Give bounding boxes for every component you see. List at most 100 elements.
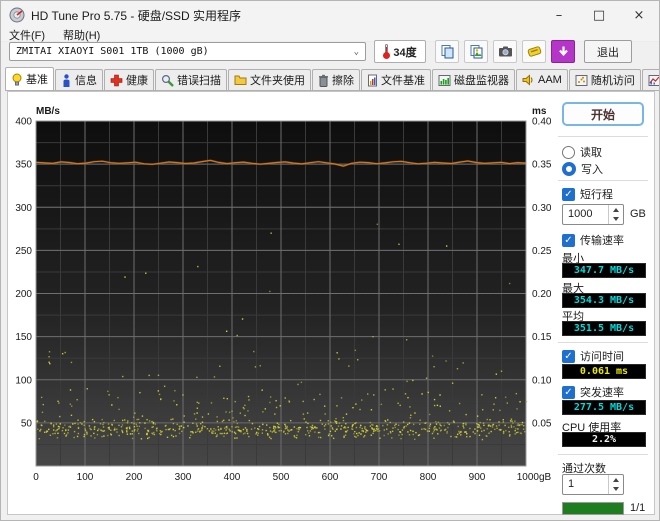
close-button[interactable]: × [619, 1, 659, 29]
avg-value: 351.5 MB/s [562, 321, 646, 336]
burst-rate-label: 突发速率 [580, 387, 624, 399]
svg-text:600: 600 [322, 472, 339, 483]
tab-label: 文件夹使用 [250, 75, 305, 87]
svg-text:0.35: 0.35 [532, 160, 552, 171]
monitor-chart-icon [438, 74, 451, 86]
pass-count-value: 1 [568, 478, 575, 490]
svg-text:0: 0 [33, 472, 39, 483]
tab-error-scan[interactable]: 错误扫描 [155, 69, 227, 90]
svg-text:0.30: 0.30 [532, 203, 552, 214]
exit-button[interactable]: 退出 [584, 40, 632, 63]
copy-screenshot-button[interactable] [464, 40, 488, 63]
tab-label: 错误扫描 [177, 75, 221, 87]
access-time-row[interactable]: ✓ 访问时间 [562, 348, 624, 364]
tab-file-benchmark[interactable]: 文件基准 [361, 69, 431, 90]
chevron-down-icon: ⌄ [353, 46, 359, 57]
max-value: 354.3 MB/s [562, 293, 646, 308]
save-results-button[interactable] [522, 40, 546, 63]
menu-help[interactable]: 帮助(H) [63, 27, 100, 43]
svg-text:250: 250 [15, 246, 32, 257]
svg-text:350: 350 [15, 160, 32, 171]
svg-text:400: 400 [15, 117, 32, 128]
toolbar: ZMITAI XIAOYI S001 1TB (1000 gB) ⌄ 34度 退… [1, 40, 659, 66]
transfer-rate-checkbox[interactable]: ✓ [562, 233, 575, 247]
tab-aam[interactable]: AAM [516, 69, 568, 90]
copy-text-button[interactable] [435, 40, 459, 63]
short-stroke-value: 1000 [568, 208, 593, 220]
svg-text:700: 700 [371, 472, 388, 483]
app-icon [9, 7, 25, 23]
progress-bar [562, 502, 624, 515]
short-stroke-row[interactable]: ✓ 短行程 [562, 186, 613, 202]
tab-extra-tests[interactable]: 额外测试 [641, 69, 659, 90]
cpu-usage-value: 2.2% [562, 432, 646, 447]
benchmark-controls: 开始 读取 写入 ✓ 短行程 1000 GB ✓ 传输速率 最小 347.7 M… [556, 92, 652, 515]
benchmark-page: MB/s ms 400 350 300 250 200 150 100 50 0.40 0.35 0.3… [7, 91, 655, 515]
tab-label: 磁盘监视器 [454, 75, 509, 87]
svg-text:800: 800 [420, 472, 437, 483]
pass-count-input[interactable]: 1 [562, 474, 624, 495]
extra-chart-icon [648, 74, 659, 86]
spin-up-icon[interactable] [613, 477, 619, 482]
transfer-rate-label: 传输速率 [580, 235, 624, 247]
bulb-icon [12, 73, 22, 85]
svg-text:1000gB: 1000gB [517, 472, 552, 483]
spin-down-icon[interactable] [613, 217, 619, 222]
svg-text:100: 100 [77, 472, 94, 483]
short-stroke-checkbox[interactable]: ✓ [562, 187, 575, 201]
svg-text:50: 50 [21, 418, 33, 429]
trash-icon [319, 74, 328, 87]
titlebar: HD Tune Pro 5.75 - 硬盘/SSD 实用程序 – □ × [1, 1, 659, 29]
svg-text:0.20: 0.20 [532, 289, 552, 300]
svg-text:100: 100 [15, 375, 32, 386]
maximize-button[interactable]: □ [579, 1, 619, 29]
file-chart-icon [368, 74, 377, 86]
transfer-rate-row[interactable]: ✓ 传输速率 [562, 232, 624, 248]
tab-benchmark[interactable]: 基准 [5, 67, 54, 90]
tab-folder-usage[interactable]: 文件夹使用 [228, 69, 311, 90]
update-button[interactable] [551, 40, 575, 63]
burst-rate-checkbox[interactable]: ✓ [562, 385, 575, 399]
write-radio[interactable] [562, 162, 576, 176]
spin-down-icon[interactable] [613, 487, 619, 492]
write-radio-row[interactable]: 写入 [562, 161, 603, 177]
short-stroke-size-input[interactable]: 1000 [562, 204, 624, 225]
menu-file[interactable]: 文件(F) [9, 27, 45, 43]
read-radio-row[interactable]: 读取 [562, 144, 602, 160]
tab-info[interactable]: 信息 [55, 69, 103, 90]
save-screenshot-button[interactable] [493, 40, 517, 63]
svg-text:150: 150 [15, 332, 32, 343]
exit-label: 退出 [597, 46, 619, 59]
tab-erase[interactable]: 擦除 [312, 69, 360, 90]
tab-random-access[interactable]: 随机访问 [568, 69, 641, 90]
progress-label: 1/1 [630, 502, 646, 514]
tab-label: AAM [538, 74, 562, 86]
drive-selector[interactable]: ZMITAI XIAOYI S001 1TB (1000 gB) ⌄ [9, 42, 366, 61]
hdtune-window: HD Tune Pro 5.75 - 硬盘/SSD 实用程序 – □ × 文件(… [0, 0, 660, 521]
copy-image-icon [470, 45, 482, 59]
access-time-value: 0.061 ms [562, 364, 646, 379]
svg-text:300: 300 [175, 472, 192, 483]
tab-health[interactable]: 健康 [104, 69, 154, 90]
svg-text:0.10: 0.10 [532, 375, 552, 386]
tabbar: 基准 信息 健康 错误扫描 文件夹使用 擦除 文件基准 磁盘监视器 AAM 随机… [5, 67, 659, 91]
svg-text:0.05: 0.05 [532, 418, 552, 429]
write-label: 写入 [581, 164, 603, 176]
minimize-button[interactable]: – [539, 1, 579, 29]
tab-disk-monitor[interactable]: 磁盘监视器 [432, 69, 515, 90]
access-time-checkbox[interactable]: ✓ [562, 349, 575, 363]
tab-label: 擦除 [332, 75, 354, 87]
svg-text:MB/s: MB/s [36, 106, 60, 117]
magnifier-icon [161, 74, 174, 87]
info-icon [63, 73, 70, 87]
short-stroke-label: 短行程 [580, 189, 613, 201]
window-title: HD Tune Pro 5.75 - 硬盘/SSD 实用程序 [31, 8, 242, 23]
tab-label: 基准 [26, 74, 48, 86]
speaker-icon [522, 74, 533, 86]
burst-rate-row[interactable]: ✓ 突发速率 [562, 384, 624, 400]
read-radio[interactable] [562, 145, 575, 159]
temperature-button[interactable]: 34度 [374, 40, 426, 63]
camera-icon [498, 46, 512, 57]
spin-up-icon[interactable] [613, 207, 619, 212]
start-button[interactable]: 开始 [562, 102, 644, 126]
